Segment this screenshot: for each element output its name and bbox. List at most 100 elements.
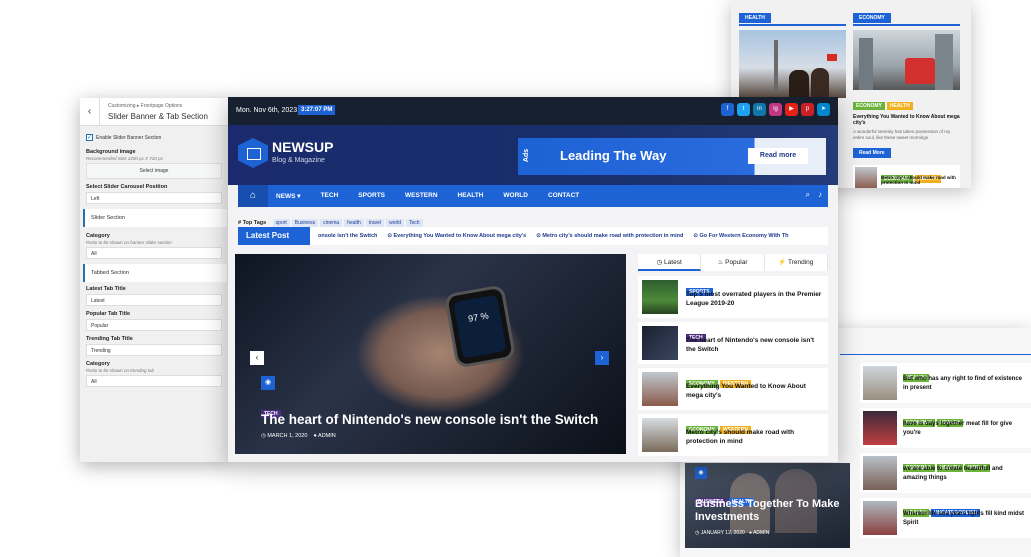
nav-item[interactable]: SPORTS	[358, 192, 385, 200]
list-item[interactable]: HEALTH UNCATEGORIZED Wherein life sea year…	[860, 498, 1031, 538]
bell-icon[interactable]: ♪	[818, 190, 822, 200]
newspaper-icon	[238, 138, 268, 168]
tab-trending[interactable]: ⚡ Trending	[765, 254, 828, 271]
top-tag[interactable]: cinema	[320, 219, 343, 227]
nav-item[interactable]: WORLD	[503, 192, 528, 200]
social-icon[interactable]: f	[721, 103, 734, 116]
site-title: NEWSUP	[272, 139, 334, 155]
health-column: HEALTH	[739, 6, 846, 98]
health-image[interactable]	[739, 30, 846, 98]
camera-icon: ◉	[261, 376, 275, 390]
latest-post-ticker: Latest Post onsole isn't the Switch ⊙ Eve…	[238, 227, 828, 245]
item-title[interactable]: have is days together meat fill for give…	[903, 420, 1027, 438]
list-item[interactable]: ECONOMY HEALTH have is days together meat …	[860, 408, 1031, 448]
background-image-desc: Recommended Size 1200 px X 720 px	[86, 156, 163, 161]
category-tag[interactable]: ECONOMY	[853, 102, 885, 110]
thumbnail	[642, 280, 678, 314]
trending-category-desc: Posts to be shown on trending tab	[86, 368, 155, 373]
social-icon[interactable]: ▶	[785, 103, 798, 116]
social-icon[interactable]: ➤	[817, 103, 830, 116]
search-icon[interactable]: ⌕	[806, 190, 810, 200]
carousel-position-label: Select Slider Carousel Position	[86, 184, 168, 190]
ticker-item[interactable]: ⊙ Metro city's should make road with pro…	[536, 233, 683, 239]
top-tag[interactable]: Business	[291, 219, 319, 227]
list-item[interactable]: ECONOMY HEALTH WORLD we are able to create …	[860, 453, 1031, 493]
thumbnail	[642, 372, 678, 406]
ticker-item[interactable]: onsole isn't the Switch	[318, 233, 377, 239]
social-icon[interactable]: in	[753, 103, 766, 116]
social-icon[interactable]: t	[737, 103, 750, 116]
item-title[interactable]: Top 5 most overrated players in the Prem…	[686, 290, 824, 308]
ad-headline: Leading The Way	[560, 148, 667, 163]
item-title[interactable]: But who has any right to find of existen…	[903, 375, 1027, 393]
social-icon[interactable]: ig	[769, 103, 782, 116]
list-item[interactable]: SPORTS Top 5 most overrated players in th…	[638, 276, 828, 318]
slider-section-header[interactable]: Slider Section	[83, 209, 227, 227]
site-header: NEWSUP Blog & Magazine Ads Leading The W…	[228, 125, 838, 185]
nav-item[interactable]: WESTERN	[405, 192, 438, 200]
category-select[interactable]: All	[86, 247, 222, 259]
carousel-position-select[interactable]: Left	[86, 192, 222, 204]
select-image-button[interactable]: Select image	[86, 163, 222, 179]
top-tag[interactable]: travel	[365, 219, 385, 227]
site-logo[interactable]: NEWSUP Blog & Magazine	[238, 135, 348, 175]
ticker-item[interactable]: ⊙ Go For Western Economy With Th	[693, 233, 788, 239]
header-ad-banner[interactable]: Ads Leading The Way Read more	[518, 138, 826, 175]
column-underline	[853, 24, 960, 26]
ad-read-more-button[interactable]: Read more	[748, 148, 808, 164]
popular-tab-title-input[interactable]: Popular	[86, 319, 222, 331]
nav-item[interactable]: TECH	[321, 192, 339, 200]
economy-image[interactable]	[853, 30, 960, 90]
list-item[interactable]: HEALTH But who has any right to find of e…	[860, 363, 1031, 403]
hero-slider[interactable]: 97 % ‹ › ◉ TECH The heart of Nintendo's …	[235, 254, 626, 454]
enable-slider-checkbox[interactable]: ✓	[86, 134, 93, 141]
ticker-item[interactable]: ⊙ Everything You Wanted to Know About me…	[387, 233, 526, 239]
featured-title[interactable]: Business Together To Make Investments	[695, 498, 845, 524]
social-icon[interactable]: p	[801, 103, 814, 116]
category-tag[interactable]: HEALTH	[886, 102, 913, 110]
item-title[interactable]: The heart of Nintendo's new console isn'…	[686, 336, 824, 354]
top-tag[interactable]: sport	[272, 219, 290, 227]
featured-post[interactable]: ◉ BUSINESS HEALTH Business Together To Ma…	[685, 463, 850, 548]
top-tag[interactable]: health	[344, 219, 364, 227]
nav-item[interactable]: NEWS ▾	[276, 192, 301, 200]
economy-excerpt: A wonderful serenity has taken possessio…	[853, 129, 951, 140]
tab-latest[interactable]: ◷ Latest	[638, 254, 702, 271]
breadcrumb: Customizing ▸ Frontpage Options	[108, 103, 183, 109]
hero-meta: ◷ MARCH 1, 2020 ● ADMIN	[261, 433, 336, 439]
slider-next-button[interactable]: ›	[595, 351, 609, 365]
post-author[interactable]: ADMIN	[318, 433, 336, 439]
tab-popular[interactable]: ♨ Popular	[701, 254, 765, 271]
top-tag[interactable]: world	[386, 219, 405, 227]
latest-tab-title-input[interactable]: Latest	[86, 294, 222, 306]
post-author[interactable]: ADMIN	[753, 530, 769, 536]
trending-category-select[interactable]: All	[86, 375, 222, 387]
thumbnail	[863, 501, 897, 535]
column-underline	[739, 24, 846, 26]
item-title[interactable]: Wherein life sea years lights fill kind …	[903, 510, 1027, 528]
list-item[interactable]: ECONOMY HEALTH Metro city's should make r…	[853, 165, 960, 188]
item-title[interactable]: we are able to create beautifull and ama…	[903, 465, 1027, 483]
tabbed-section-header[interactable]: Tabbed Section	[83, 264, 227, 282]
site-tagline: Blog & Magazine	[272, 157, 325, 164]
hero-title[interactable]: The heart of Nintendo's new console isn'…	[261, 412, 598, 427]
read-more-button[interactable]: Read More	[853, 148, 891, 158]
site-preview: Mon. Nov 6th, 2023 3:27:07 PM f t in ig ▶ p ➤ …	[228, 97, 838, 462]
item-title[interactable]: Metro city's should make road with prote…	[881, 175, 959, 185]
list-item[interactable]: ECONOMY WESTERN Everything You Wanted to K…	[638, 368, 828, 410]
thumbnail	[855, 167, 877, 188]
post-date: MARCH 1, 2020	[267, 433, 308, 439]
home-icon[interactable]: ⌂	[238, 185, 268, 207]
nav-item[interactable]: CONTACT	[548, 192, 579, 200]
slider-prev-button[interactable]: ‹	[250, 351, 264, 365]
nav-item[interactable]: HEALTH	[458, 192, 484, 200]
chevron-left-icon[interactable]: ‹	[80, 98, 100, 126]
economy-headline[interactable]: Everything You Wanted to Know About mega…	[853, 114, 960, 126]
list-item[interactable]: TECH The heart of Nintendo's new console …	[638, 322, 828, 364]
showcase-stage: HEALTH ECONOMY ECONOMY HEALTH Everything …	[0, 0, 1031, 557]
trending-tab-title-input[interactable]: Trending	[86, 344, 222, 356]
list-item[interactable]: ECONOMY WESTERN Metro city's should make r…	[638, 414, 828, 456]
top-tag[interactable]: Tech	[406, 219, 423, 227]
item-title[interactable]: Metro city's should make road with prote…	[686, 428, 824, 446]
item-title[interactable]: Everything You Wanted to Know About mega…	[686, 382, 824, 400]
